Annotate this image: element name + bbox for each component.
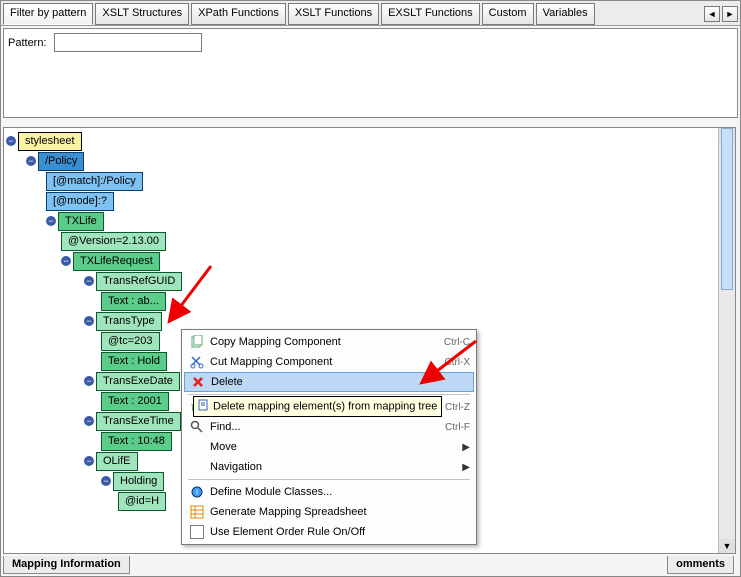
spreadsheet-icon xyxy=(188,504,206,520)
menu-move[interactable]: Move ▶ xyxy=(184,437,474,457)
vertical-scrollbar[interactable]: ▲ ▼ xyxy=(718,128,735,553)
menu-generate-spreadsheet[interactable]: Generate Mapping Spreadsheet xyxy=(184,502,474,522)
scrollbar-thumb[interactable] xyxy=(721,128,733,290)
menu-delete[interactable]: Delete xyxy=(184,372,474,392)
tree-node-policy[interactable]: −/Policy xyxy=(26,152,733,170)
menu-define-module[interactable]: i Define Module Classes... xyxy=(184,482,474,502)
app-window: Filter by pattern XSLT Structures XPath … xyxy=(0,0,741,577)
tab-mapping-information[interactable]: Mapping Information xyxy=(3,556,130,574)
tree-node-txliferequest[interactable]: −TXLifeRequest xyxy=(61,252,733,270)
module-icon: i xyxy=(188,484,206,500)
pattern-panel: Pattern: xyxy=(3,28,738,118)
menu-copy[interactable]: Copy Mapping Component Ctrl-C xyxy=(184,332,474,352)
tab-exslt-functions[interactable]: EXSLT Functions xyxy=(381,3,480,25)
collapse-icon[interactable]: − xyxy=(84,456,94,466)
collapse-icon[interactable]: − xyxy=(84,316,94,326)
collapse-icon[interactable]: − xyxy=(84,276,94,286)
menu-separator xyxy=(188,479,470,480)
bottom-tabbar: Mapping Information omments xyxy=(3,556,736,574)
document-icon xyxy=(198,399,210,414)
tab-custom[interactable]: Custom xyxy=(482,3,534,25)
menu-cut[interactable]: Cut Mapping Component Ctrl-X xyxy=(184,352,474,372)
submenu-arrow-icon: ▶ xyxy=(462,442,470,453)
svg-text:i: i xyxy=(196,488,198,497)
menu-navigation[interactable]: Navigation ▶ xyxy=(184,457,474,477)
tab-xslt-functions[interactable]: XSLT Functions xyxy=(288,3,379,25)
collapse-icon[interactable]: − xyxy=(84,416,94,426)
menu-element-order-rule[interactable]: Use Element Order Rule On/Off xyxy=(184,522,474,542)
tree-node-txlife[interactable]: −TXLife xyxy=(46,212,733,230)
tree-node-text-ab[interactable]: Text : ab... xyxy=(101,292,733,310)
tab-xpath-functions[interactable]: XPath Functions xyxy=(191,3,286,25)
pattern-input[interactable] xyxy=(54,33,202,52)
tab-xslt-structures[interactable]: XSLT Structures xyxy=(95,3,189,25)
menu-separator xyxy=(188,394,470,395)
collapse-icon[interactable]: − xyxy=(61,256,71,266)
tree-node-match[interactable]: [@match]:/Policy xyxy=(46,172,733,190)
delete-icon xyxy=(189,374,207,390)
pattern-label: Pattern: xyxy=(8,37,47,49)
tree-node-transtype[interactable]: −TransType xyxy=(84,312,733,330)
collapse-icon[interactable]: − xyxy=(46,216,56,226)
menu-find[interactable]: Find... Ctrl-F xyxy=(184,417,474,437)
find-icon xyxy=(188,419,206,435)
copy-icon xyxy=(188,334,206,350)
collapse-icon[interactable]: − xyxy=(26,156,36,166)
cut-icon xyxy=(188,354,206,370)
collapse-icon[interactable]: − xyxy=(101,476,111,486)
delete-tooltip: Delete mapping element(s) from mapping t… xyxy=(193,396,442,417)
tree-node-mode[interactable]: [@mode]:? xyxy=(46,192,733,210)
tab-filter-by-pattern[interactable]: Filter by pattern xyxy=(3,3,93,25)
collapse-icon[interactable]: − xyxy=(6,136,16,146)
tree-node-stylesheet[interactable]: −stylesheet xyxy=(6,132,733,150)
submenu-arrow-icon: ▶ xyxy=(462,462,470,473)
tab-scroll-controls: ◄ ► xyxy=(704,6,738,22)
tab-scroll-right-icon[interactable]: ► xyxy=(722,6,738,22)
tab-variables[interactable]: Variables xyxy=(536,3,595,25)
tab-scroll-left-icon[interactable]: ◄ xyxy=(704,6,720,22)
tree-node-version[interactable]: @Version=2.13.00 xyxy=(61,232,733,250)
tree-node-transrefguid[interactable]: −TransRefGUID xyxy=(84,272,733,290)
top-tabbar: Filter by pattern XSLT Structures XPath … xyxy=(1,1,740,26)
scroll-down-icon[interactable]: ▼ xyxy=(719,539,735,553)
collapse-icon[interactable]: − xyxy=(84,376,94,386)
checkbox-icon xyxy=(188,524,206,540)
context-menu: Copy Mapping Component Ctrl-C Cut Mappin… xyxy=(181,329,477,545)
tab-comments[interactable]: omments xyxy=(667,556,734,574)
